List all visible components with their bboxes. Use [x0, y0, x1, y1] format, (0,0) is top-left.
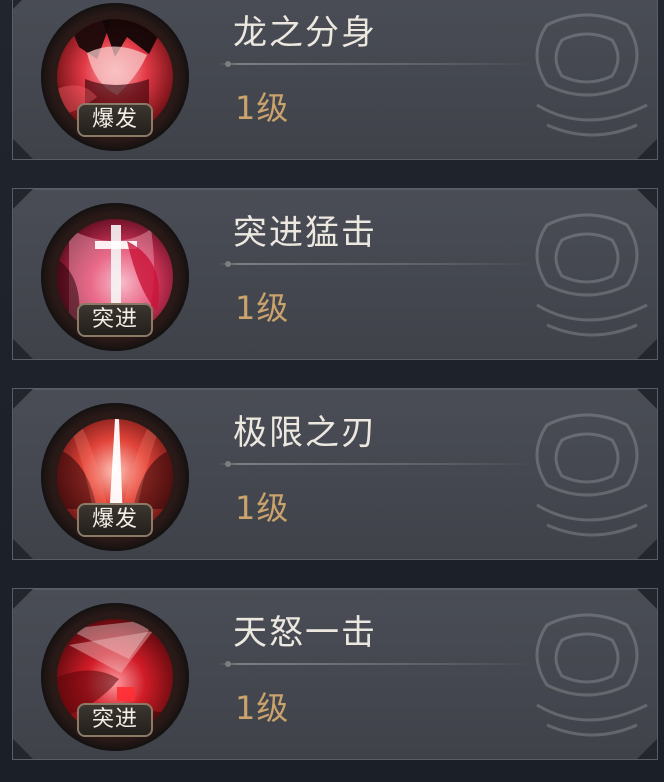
skill-level: 1级	[235, 489, 290, 527]
skill-name: 天怒一击	[233, 613, 377, 653]
decorative-pattern	[535, 613, 648, 737]
skill-card[interactable]: 爆发 极限之刃 1级	[12, 388, 658, 560]
card-corner-ornament	[13, 189, 33, 209]
name-divider	[219, 61, 535, 67]
card-corner-ornament	[13, 739, 33, 759]
skill-icon-frame: 爆发	[41, 403, 189, 551]
name-divider	[219, 661, 535, 667]
decorative-pattern	[535, 213, 648, 337]
card-corner-ornament	[13, 139, 33, 159]
skill-name: 极限之刃	[233, 413, 377, 453]
card-corner-ornament	[13, 339, 33, 359]
skill-level: 1级	[235, 689, 290, 727]
card-corner-ornament	[13, 0, 22, 9]
decorative-pattern	[535, 413, 648, 537]
skill-level: 1级	[235, 289, 290, 327]
name-divider	[219, 261, 535, 267]
skill-type-tag: 爆发	[77, 503, 153, 537]
name-divider	[219, 461, 535, 467]
skill-name: 突进猛击	[233, 213, 377, 253]
decorative-pattern	[535, 13, 648, 137]
skill-card[interactable]: 突进 突进猛击 1级	[12, 188, 658, 360]
skill-card[interactable]: 爆发 龙之分身 1级	[12, 0, 658, 160]
skill-list: 爆发 龙之分身 1级 突进 突进猛击 1级 爆发 极限之刃 1级 突进 天怒一击…	[0, 0, 664, 782]
card-corner-ornament	[13, 589, 33, 609]
card-corner-ornament	[13, 389, 33, 409]
skill-icon-frame: 突进	[41, 603, 189, 751]
skill-type-tag: 突进	[77, 303, 153, 337]
skill-level: 1级	[235, 89, 290, 127]
card-corner-ornament	[13, 539, 33, 559]
skill-name: 龙之分身	[233, 13, 377, 53]
skill-card[interactable]: 突进 天怒一击 1级	[12, 588, 658, 760]
skill-type-tag: 突进	[77, 703, 153, 737]
skill-icon-frame: 突进	[41, 203, 189, 351]
skill-type-tag: 爆发	[77, 103, 153, 137]
skill-icon-frame: 爆发	[41, 3, 189, 151]
